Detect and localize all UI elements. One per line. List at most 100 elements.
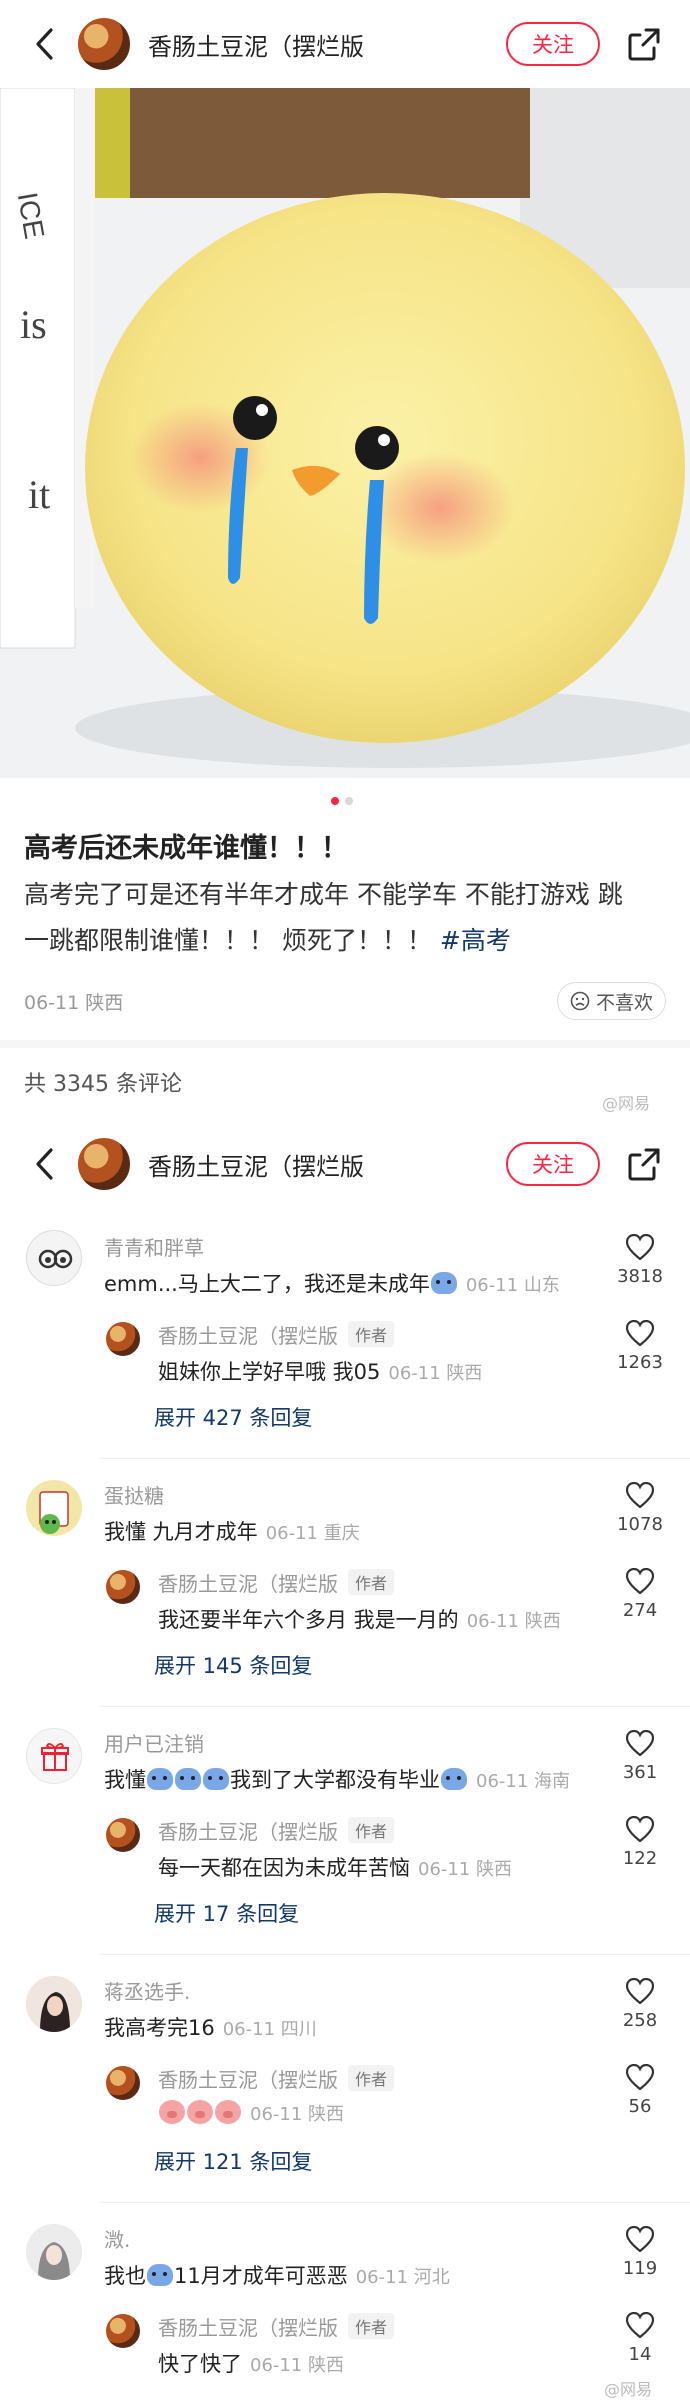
doodle-face-icon [38,1249,73,1269]
like-button[interactable]: 119 [610,2226,670,2279]
commenter-name[interactable]: 溦. [104,2224,130,2253]
author-reply-avatar[interactable] [104,2312,142,2350]
author-tag: 作者 [348,2065,395,2091]
like-button[interactable]: 274 [610,1568,670,1621]
like-count: 274 [622,1600,658,1621]
pager-dot-active [331,797,339,805]
comment-body: emm...马上大二了，我还是未成年 [104,1272,430,1296]
like-button[interactable]: 258 [610,1978,670,2031]
pig-emoji-icon [159,2100,185,2124]
reply-text[interactable]: 姐妹你上学好早哦 我05 06-11 陕西 [158,1356,482,1386]
expand-replies-link[interactable]: 展开 427 条回复 [154,1402,312,1432]
author-reply-avatar[interactable] [104,1568,142,1606]
author-reply-avatar[interactable] [104,1320,142,1358]
author-reply-avatar[interactable] [104,2064,142,2102]
reply-author[interactable]: 香肠土豆泥（摆烂版 作者 [158,2312,395,2341]
like-count: 1263 [617,1352,663,1373]
hashtag-link[interactable]: #高考 [440,926,511,955]
like-button[interactable]: 361 [610,1730,670,1783]
like-count: 56 [628,2096,652,2117]
like-button[interactable]: 3818 [610,1234,670,1287]
post-image[interactable]: ICE is it [0,88,690,778]
chevron-left-icon [36,1148,53,1180]
heart-icon [626,1568,654,1594]
reply-body: 我还要半年六个多月 我是一月的 [158,1608,459,1632]
comment-meta: 06-11 海南 [476,1771,571,1792]
reply-text[interactable]: 快了快了 06-11 陕西 [158,2348,344,2378]
reply-text[interactable]: 我还要半年六个多月 我是一月的 06-11 陕西 [158,1604,561,1634]
commenter-name[interactable]: 青青和胖草 [104,1232,204,1261]
gift-icon [41,1743,69,1771]
post-meta: 06-11 陕西 不喜欢 [24,982,666,1020]
author-tag: 作者 [348,2313,395,2339]
like-button[interactable]: 122 [610,1816,670,1869]
reply-author[interactable]: 香肠土豆泥（摆烂版 作者 [158,2064,395,2093]
person-photo-icon [26,2224,82,2280]
comment-text[interactable]: 我懂 我到了大学都没有毕业 06-11 海南 [104,1764,570,1794]
commenter-avatar[interactable] [26,2224,82,2280]
cartoon-avatar-icon [39,1491,69,1534]
back-button[interactable] [24,24,64,64]
heart-icon [626,1482,654,1508]
reply-author-name: 香肠土豆泥（摆烂版 [158,2316,338,2340]
commenter-avatar[interactable] [26,1728,82,1784]
comment-body: 我懂 [104,1768,146,1792]
dislike-label: 不喜欢 [595,991,653,1014]
svg-text:it: it [28,472,50,517]
image-pager [331,797,353,805]
commenter-name[interactable]: 蒋丞选手. [104,1976,190,2005]
comment-meta: 06-11 河北 [355,2267,450,2288]
heart-icon [626,2226,654,2252]
author-avatar[interactable] [76,16,132,72]
post-body-line: 高考完了可是还有半年才成年 不能学车 不能打游戏 跳 [24,880,623,909]
crying-emoji-icon [175,1768,201,1790]
reply-author[interactable]: 香肠土豆泥（摆烂版 作者 [158,1568,395,1597]
share-button[interactable] [624,24,664,64]
like-count: 3818 [617,1266,663,1287]
commenter-name[interactable]: 蛋挞糖 [104,1480,164,1509]
comment-meta: 06-11 山东 [465,1275,560,1296]
commenter-avatar[interactable] [26,1230,82,1286]
expand-replies-link[interactable]: 展开 17 条回复 [154,1898,299,1928]
like-count: 119 [622,2258,658,2279]
comment-text[interactable]: 我高考完16 06-11 四川 [104,2012,317,2042]
commenter-avatar[interactable] [26,1976,82,2032]
crying-emoji-icon [203,1768,229,1790]
comment-text[interactable]: 我懂 九月才成年 06-11 重庆 [104,1516,360,1546]
reply-author-name: 香肠土豆泥（摆烂版 [158,1324,338,1348]
share-button[interactable] [624,1144,664,1184]
author-name[interactable]: 香肠土豆泥（摆烂版 [148,27,506,62]
reply-text[interactable]: 06-11 陕西 [158,2100,344,2126]
author-name[interactable]: 香肠土豆泥（摆烂版 [148,1147,506,1182]
chick-plush-image: ICE is it [0,88,690,778]
follow-button[interactable]: 关注 [506,1142,600,1186]
expand-replies-link[interactable]: 展开 121 条回复 [154,2146,312,2176]
reply-text[interactable]: 每一天都在因为未成年苦恼 06-11 陕西 [158,1852,512,1882]
like-count: 361 [622,1762,658,1783]
heart-icon [626,1234,654,1260]
like-button[interactable]: 1078 [610,1482,670,1535]
heart-icon [626,2312,654,2338]
like-button[interactable]: 56 [610,2064,670,2117]
reply-author[interactable]: 香肠土豆泥（摆烂版 作者 [158,1320,395,1349]
crying-emoji-icon [147,2264,173,2286]
back-button[interactable] [24,1144,64,1184]
author-reply-avatar[interactable] [104,1816,142,1854]
follow-button[interactable]: 关注 [506,22,600,66]
reply-body: 每一天都在因为未成年苦恼 [158,1856,410,1880]
comment-separator [100,1706,690,1707]
commenter-name[interactable]: 用户已注销 [104,1728,204,1757]
reply-author[interactable]: 香肠土豆泥（摆烂版 作者 [158,1816,395,1845]
post-date-location: 06-11 陕西 [24,991,124,1014]
like-button[interactable]: 1263 [610,1320,670,1373]
comment-text[interactable]: 我也 11月才成年可恶恶 06-11 河北 [104,2260,450,2290]
commenter-avatar[interactable] [26,1480,82,1536]
svg-text:is: is [20,302,47,347]
reply-meta: 06-11 陕西 [250,2355,345,2376]
expand-replies-link[interactable]: 展开 145 条回复 [154,1650,312,1680]
comment-body: 11月才成年可恶恶 [174,2264,348,2288]
dislike-button[interactable]: 不喜欢 [556,982,666,1020]
author-avatar[interactable] [76,1136,132,1192]
like-button[interactable]: 14 [610,2312,670,2365]
comment-text[interactable]: emm...马上大二了，我还是未成年 06-11 山东 [104,1268,560,1298]
